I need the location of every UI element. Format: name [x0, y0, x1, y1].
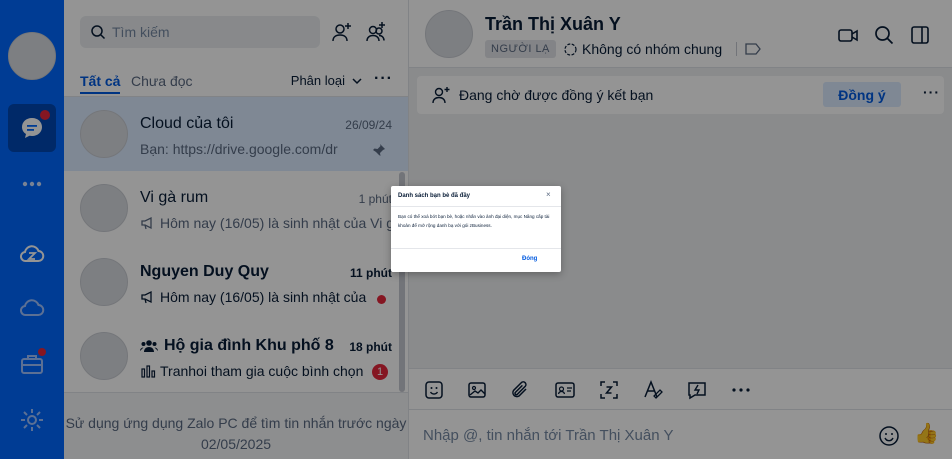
divider	[391, 206, 561, 207]
close-dialog-button[interactable]: Đóng	[522, 256, 537, 262]
divider	[391, 248, 561, 249]
dialog-body: Bạn có thể xoá bớt bạn bè, hoặc nhấn vào…	[398, 214, 550, 228]
dialog-title: Danh sách bạn bè đã đầy	[398, 193, 471, 199]
close-icon[interactable]: ×	[546, 191, 554, 199]
friend-list-full-dialog: Danh sách bạn bè đã đầy × Bạn có thể xoá…	[391, 186, 561, 272]
